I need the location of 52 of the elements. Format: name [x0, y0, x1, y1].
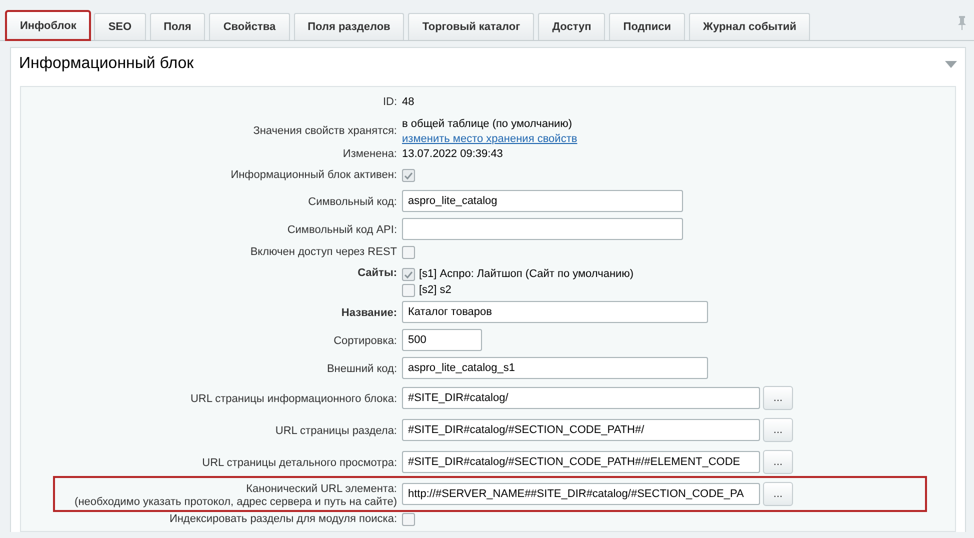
field-label: Символьный код API: [286, 223, 397, 237]
browse-button[interactable]: ... [763, 450, 793, 474]
field-label: URL страницы детального просмотра: [201, 456, 397, 470]
tab[interactable]: Инфоблок [6, 11, 90, 40]
collapse-icon[interactable] [945, 60, 957, 68]
tab[interactable]: Поля разделов [294, 13, 404, 40]
tab[interactable]: Торговый каталог [408, 13, 534, 40]
field-label: Индексировать разделы для модуля поиска: [168, 512, 397, 526]
field-label: Информационный блок активен: [230, 168, 397, 182]
text-field[interactable]: aspro_lite_catalog_s1 [402, 357, 708, 379]
text-field[interactable] [402, 218, 683, 240]
field-label: Канонический URL элемента: (необходимо указать протокол, адрес сервера и путь на сайте) [74, 482, 397, 508]
pin-icon[interactable] [958, 16, 966, 30]
tab[interactable]: Подписи [609, 13, 686, 40]
field-label: ID: [382, 95, 397, 109]
field-label: Включен доступ через REST [249, 245, 397, 259]
field-value: в общей таблице (по умолчанию) [402, 118, 572, 130]
tab[interactable]: Поля [150, 13, 206, 40]
checkbox[interactable] [402, 169, 415, 182]
field-label: Сортировка: [332, 334, 397, 348]
text-field[interactable]: http://#SERVER_NAME##SITE_DIR#catalog/#SECTION_CODE_PA [402, 483, 760, 505]
text-field[interactable]: #SITE_DIR#catalog/#SECTION_CODE_PATH#/#ELEMENT_CODE [402, 451, 760, 473]
tab[interactable]: Журнал событий [689, 13, 810, 40]
text-field[interactable]: #SITE_DIR#catalog/ [402, 387, 760, 409]
field-value: 48 [402, 96, 414, 109]
checkbox[interactable] [402, 513, 415, 526]
field-label: Изменена: [342, 147, 397, 161]
field-label: Символьный код: [307, 195, 397, 209]
checkbox[interactable] [402, 284, 415, 297]
text-field[interactable]: aspro_lite_catalog [402, 190, 683, 212]
browse-button[interactable]: ... [763, 482, 793, 506]
option-label: [s1] Аспро: Лайтшоп (Сайт по умолчанию) [419, 268, 634, 281]
panel-title: Информационный блок [19, 55, 194, 73]
field-label: Сайты: [356, 266, 397, 280]
field-label: Название: [340, 306, 397, 320]
checkbox[interactable] [402, 268, 415, 281]
option-label: [s2] s2 [419, 284, 452, 297]
change-storage-link[interactable]: изменить место хранения свойств [402, 134, 578, 144]
browse-button[interactable]: ... [763, 418, 793, 442]
checkbox[interactable] [402, 246, 415, 259]
text-field[interactable]: #SITE_DIR#catalog/#SECTION_CODE_PATH#/ [402, 419, 760, 441]
field-value: 13.07.2022 09:39:43 [402, 148, 503, 161]
field-label: URL страницы раздела: [274, 424, 397, 438]
field-label: Значения свойств хранятся: [252, 124, 397, 138]
field-label: URL страницы информационного блока: [189, 392, 397, 406]
tab[interactable]: Доступ [538, 13, 606, 40]
tab[interactable]: SEO [94, 13, 146, 40]
field-label: Внешний код: [326, 362, 397, 376]
tab[interactable]: Свойства [209, 13, 290, 40]
text-field[interactable]: 500 [402, 329, 482, 351]
browse-button[interactable]: ... [763, 386, 793, 410]
text-field[interactable]: Каталог товаров [402, 301, 708, 323]
